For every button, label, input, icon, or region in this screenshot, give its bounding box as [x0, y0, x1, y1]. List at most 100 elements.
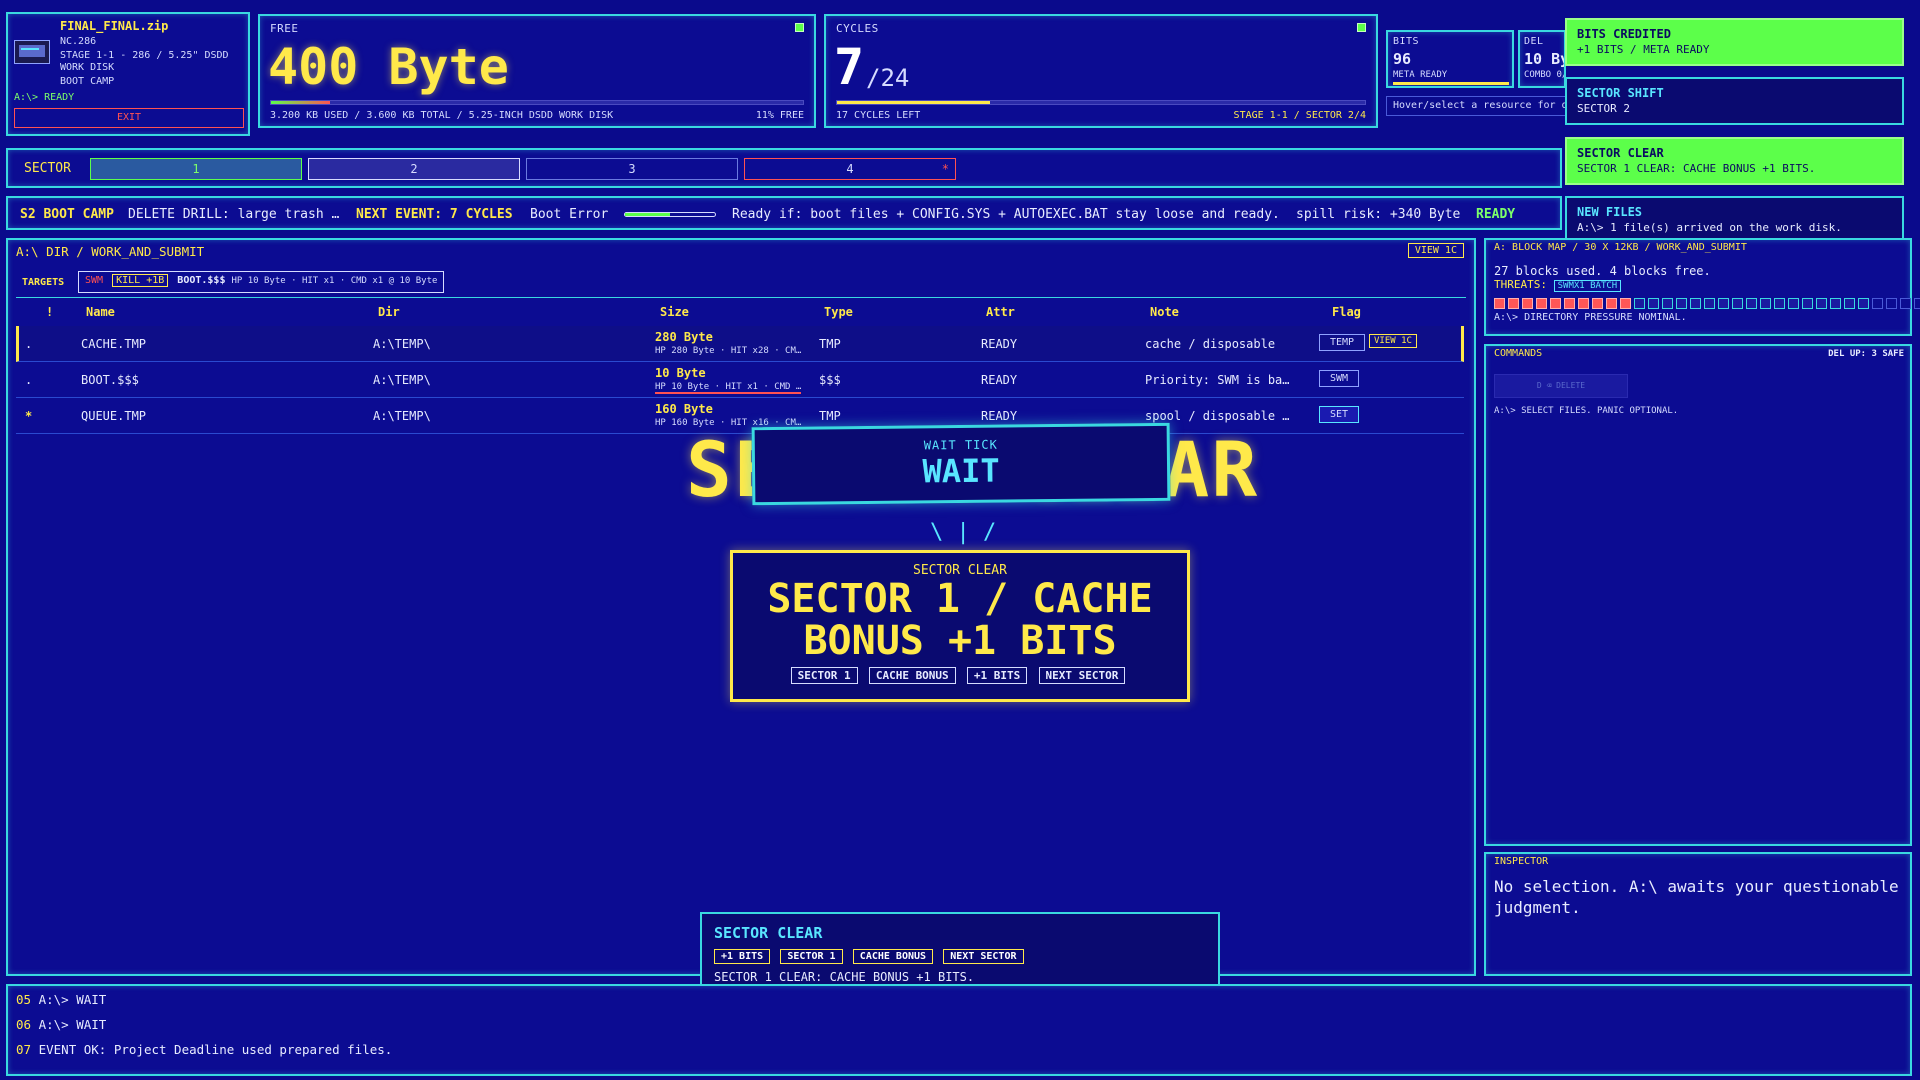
del-value: 10 By [1524, 50, 1566, 68]
block-map-panel: A: BLOCK MAP / 30 X 12KB / WORK_AND_SUBM… [1484, 238, 1920, 336]
card-chip: SECTOR 1 [780, 949, 843, 964]
popup-chip: CACHE BONUS [868, 667, 956, 684]
row-type: $$$ [819, 373, 841, 387]
card-chip: +1 BITS [714, 949, 771, 964]
tab-label: 4 [846, 162, 854, 176]
block [1578, 298, 1589, 309]
block [1704, 298, 1715, 309]
row-mark: . [25, 337, 33, 351]
sector-label: SECTOR [24, 161, 71, 176]
del-sub: COMBO 0/3 [1524, 70, 1564, 80]
hover-hint: Hover/select a resource for d [1386, 96, 1566, 116]
col-type: Type [824, 305, 853, 319]
toast-body: SECTOR 2 [1577, 102, 1630, 115]
row-dir: A:\TEMP\ [373, 373, 431, 387]
inspector-text: No selection. A:\ awaits your questionab… [1494, 877, 1899, 917]
target-file: BOOT.$$$ [177, 275, 226, 286]
block [1592, 298, 1603, 309]
targets-row: TARGETS SWM KILL +1B BOOT.$$$ HP 10 Byte… [16, 268, 1466, 298]
block [1550, 298, 1561, 309]
block [1886, 298, 1897, 309]
cycles-status-led [1357, 23, 1366, 32]
threat-chip[interactable]: SWMX1 BATCH [1553, 280, 1622, 292]
toast-body: A:\> 1 file(s) arrived on the work disk. [1577, 221, 1842, 234]
del-panel: DEL 10 By COMBO 0/3 [1518, 30, 1566, 88]
block-grid [1494, 298, 1920, 312]
card-title: SECTOR CLEAR [714, 924, 823, 942]
disk-mode: BOOT CAMP [60, 76, 115, 87]
popup-line1: SECTOR 1 / CACHE [767, 576, 1153, 622]
row-name: BOOT.$$$ [81, 373, 139, 387]
wait-big: WAIT [922, 451, 1000, 491]
row-flag-button[interactable]: SWM [1319, 370, 1360, 387]
block [1536, 298, 1547, 309]
disk-stage: STAGE 1-1 - 286 / 5.25" DSDD WORK DISK [60, 50, 229, 73]
block [1494, 298, 1505, 309]
log-text: A:\> WAIT [38, 1017, 107, 1032]
dir-path: A:\ DIR / WORK_AND_SUBMIT [16, 244, 205, 259]
toast-body: +1 BITS / META READY [1577, 43, 1710, 56]
table-row[interactable]: . BOOT.$$$ A:\TEMP\ 10 Byte HP 10 Byte ·… [16, 362, 1464, 398]
free-value: 400 Byte [268, 38, 509, 96]
ticker-next-event: NEXT EVENT: 7 CYCLES [356, 207, 513, 222]
bits-value: 96 [1393, 50, 1412, 68]
table-header: ! Name Dir Size Type Attr Note Flag [16, 300, 1466, 324]
block [1900, 298, 1911, 309]
ticker-spill: spill risk: +340 Byte [1296, 207, 1461, 222]
event-ticker: S2 BOOT CAMP DELETE DRILL: large trash …… [6, 196, 1562, 230]
card-chip: CACHE BONUS [852, 949, 934, 964]
row-flag-button[interactable]: TEMP [1319, 334, 1366, 351]
tab-sector-3[interactable]: 3 [526, 158, 738, 180]
del-label: DEL [1524, 36, 1544, 47]
log-line: 06 A:\> WAIT [16, 1017, 1902, 1042]
popup-chip: SECTOR 1 [790, 667, 858, 684]
toast-sector-shift: SECTOR SHIFT SECTOR 2 [1565, 77, 1904, 125]
row-size-detail: HP 10 Byte · HIT x1 · CMD … [655, 382, 802, 394]
row-name: QUEUE.TMP [81, 409, 147, 423]
exit-button[interactable]: EXIT [14, 108, 244, 128]
block [1816, 298, 1827, 309]
commands-hint: A:\> SELECT FILES. PANIC OPTIONAL. [1494, 406, 1679, 416]
target-kill: KILL +1B [112, 274, 169, 287]
commands-title: COMMANDS [1494, 348, 1543, 359]
tab-label: 3 [628, 162, 636, 176]
disk-icon [14, 40, 50, 64]
threats-label: THREATS: [1494, 278, 1547, 291]
row-type: TMP [819, 337, 841, 351]
row-flag-button[interactable]: SET [1319, 406, 1360, 423]
row-view-button[interactable]: VIEW 1C [1369, 334, 1417, 348]
delete-button[interactable]: D ⌫ DELETE [1494, 374, 1628, 398]
block [1662, 298, 1673, 309]
cycles-left: 17 CYCLES LEFT [836, 110, 921, 121]
tab-label: 2 [410, 162, 418, 176]
block [1732, 298, 1743, 309]
target-chip[interactable]: SWM KILL +1B BOOT.$$$ HP 10 Byte · HIT x… [78, 271, 445, 293]
disk-prompt: A:\> READY [14, 92, 75, 103]
col-mark: ! [46, 305, 54, 319]
tab-sector-1[interactable]: 1 [90, 158, 302, 180]
view-button[interactable]: VIEW 1C [1407, 243, 1464, 258]
row-dir: A:\TEMP\ [373, 409, 431, 423]
cycles-panel: CYCLES 7 /24 17 CYCLES LEFT STAGE 1-1 / … [824, 14, 1378, 128]
block [1718, 298, 1729, 309]
block [1830, 298, 1841, 309]
tab-sector-2[interactable]: 2 [308, 158, 520, 180]
block [1606, 298, 1617, 309]
block [1858, 298, 1869, 309]
row-note: cache / disposable [1145, 337, 1276, 351]
block [1564, 298, 1575, 309]
col-name: Name [86, 305, 115, 319]
block [1634, 298, 1645, 309]
popup-line2: BONUS +1 BITS [803, 618, 1117, 664]
cycles-total: /24 [866, 64, 910, 92]
bits-panel: BITS 96 META READY [1386, 30, 1514, 88]
del-up: DEL UP: 3 SAFE [1828, 349, 1904, 359]
tab-sector-4[interactable]: 4 * [744, 158, 956, 180]
table-row[interactable]: . CACHE.TMP A:\TEMP\ 280 Byte HP 280 Byt… [16, 326, 1464, 362]
block [1746, 298, 1757, 309]
disk-model: NC.286 [60, 36, 97, 47]
row-type: TMP [819, 409, 841, 423]
block [1508, 298, 1519, 309]
free-pct: 11% FREE [755, 110, 804, 121]
ticker-event-name: Boot Error [530, 207, 609, 222]
